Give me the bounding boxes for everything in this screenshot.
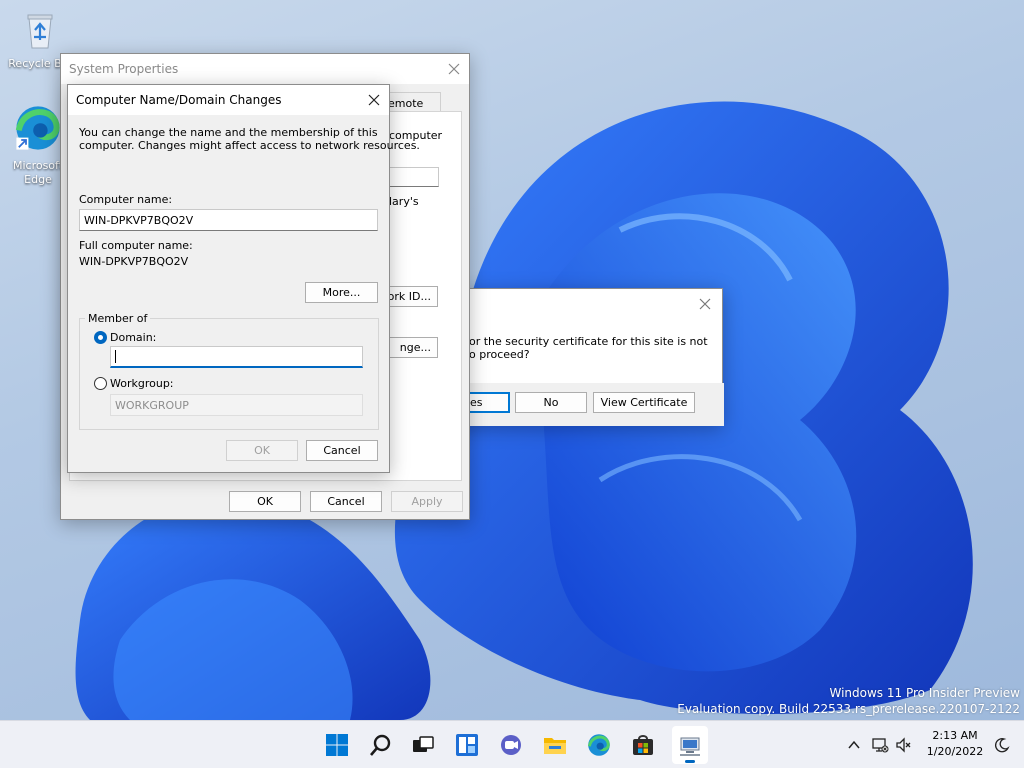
cancel-button[interactable]: Cancel: [310, 491, 382, 512]
workgroup-radio[interactable]: [94, 377, 107, 390]
close-icon: [699, 298, 711, 310]
file-explorer-icon: [544, 738, 566, 754]
more-button[interactable]: More...: [305, 282, 378, 303]
file-explorer-button[interactable]: [541, 731, 569, 759]
text-cursor: [115, 350, 116, 363]
active-indicator: [685, 760, 695, 763]
cancel-button[interactable]: Cancel: [306, 440, 378, 461]
system-properties-close-button[interactable]: [439, 54, 469, 84]
watermark-line2: Evaluation copy. Build 22533.rs_prerelea…: [677, 702, 1020, 716]
view-certificate-button[interactable]: View Certificate: [593, 392, 695, 413]
search-icon: [370, 734, 391, 756]
task-view-icon: [413, 736, 434, 752]
close-icon: [368, 94, 380, 106]
clock-date: 1/20/2022: [926, 745, 984, 758]
focus-assist-button[interactable]: [988, 731, 1016, 759]
volume-tray-button[interactable]: [890, 731, 918, 759]
system-properties-titlebar: System Properties: [61, 54, 469, 84]
edge-taskbar-button[interactable]: [585, 731, 613, 759]
full-computer-name-label: Full computer name:: [79, 239, 193, 252]
system-properties-icon: [680, 737, 700, 756]
close-icon: [448, 63, 460, 75]
start-button[interactable]: [323, 731, 351, 759]
ok-button[interactable]: OK: [229, 491, 301, 512]
tab-remote[interactable]: emote: [381, 92, 441, 112]
chat-icon: [501, 735, 521, 755]
edge-icon: [15, 106, 60, 150]
taskbar: 2:13 AM 1/20/2022: [0, 720, 1024, 768]
computer-name-changes-title: Computer Name/Domain Changes: [76, 93, 282, 107]
network-icon: [872, 738, 889, 753]
computer-name-changes-close-button[interactable]: [359, 85, 389, 115]
example-fragment: lary's: [389, 195, 419, 208]
widgets-icon: [456, 734, 478, 756]
volume-muted-icon: [896, 737, 911, 753]
domain-radio[interactable]: [94, 331, 107, 344]
security-alert-window: or the security certificate for this sit…: [450, 288, 724, 426]
full-computer-name-value: WIN-DPKVP7BQO2V: [79, 255, 189, 268]
apply-button[interactable]: Apply: [391, 491, 463, 512]
no-button[interactable]: No: [515, 392, 587, 413]
member-of-label: Member of: [85, 312, 151, 325]
chevron-up-icon: [848, 740, 860, 749]
edge-icon: [587, 734, 610, 756]
computer-name-input[interactable]: WIN-DPKVP7BQO2V: [79, 209, 378, 231]
domain-label: Domain:: [110, 331, 157, 344]
show-hidden-icons-button[interactable]: [840, 731, 868, 759]
computer-name-changes-titlebar: Computer Name/Domain Changes: [68, 85, 389, 115]
chat-button[interactable]: [497, 731, 525, 759]
security-alert-close-button[interactable]: [690, 289, 720, 319]
store-icon: [633, 735, 653, 755]
system-properties-taskbar-button[interactable]: [672, 726, 708, 764]
system-properties-title: System Properties: [69, 62, 179, 76]
desktop-icon-label: Microsoft Edge: [12, 159, 64, 186]
tab-remote-label: emote: [388, 97, 424, 110]
clock-time: 2:13 AM: [932, 729, 978, 742]
moon-icon: [995, 738, 1010, 753]
clock[interactable]: 2:13 AM 1/20/2022: [920, 729, 990, 758]
watermark-line1: Windows 11 Pro Insider Preview: [829, 686, 1020, 700]
ok-button[interactable]: OK: [226, 440, 298, 461]
computer-name-label: Computer name:: [79, 193, 173, 206]
evaluation-watermark: Windows 11 Pro Insider Preview Evaluatio…: [677, 686, 1020, 716]
recycle-bin-icon: [27, 14, 53, 49]
start-icon: [326, 734, 348, 756]
security-alert-message-line1: or the security certificate for this sit…: [469, 335, 708, 348]
description-line1: You can change the name and the membersh…: [79, 126, 378, 139]
description-line2: computer. Changes might affect access to…: [79, 139, 420, 152]
widgets-button[interactable]: [453, 731, 481, 759]
security-alert-message-line2: o proceed?: [469, 348, 530, 361]
computer-name-changes-dialog: Computer Name/Domain Changes You can cha…: [67, 84, 420, 473]
search-button[interactable]: [367, 731, 395, 759]
store-button[interactable]: [629, 731, 657, 759]
task-view-button[interactable]: [409, 731, 437, 759]
workgroup-input[interactable]: WORKGROUP: [110, 394, 363, 416]
domain-input[interactable]: [110, 346, 363, 368]
workgroup-label: Workgroup:: [110, 377, 174, 390]
